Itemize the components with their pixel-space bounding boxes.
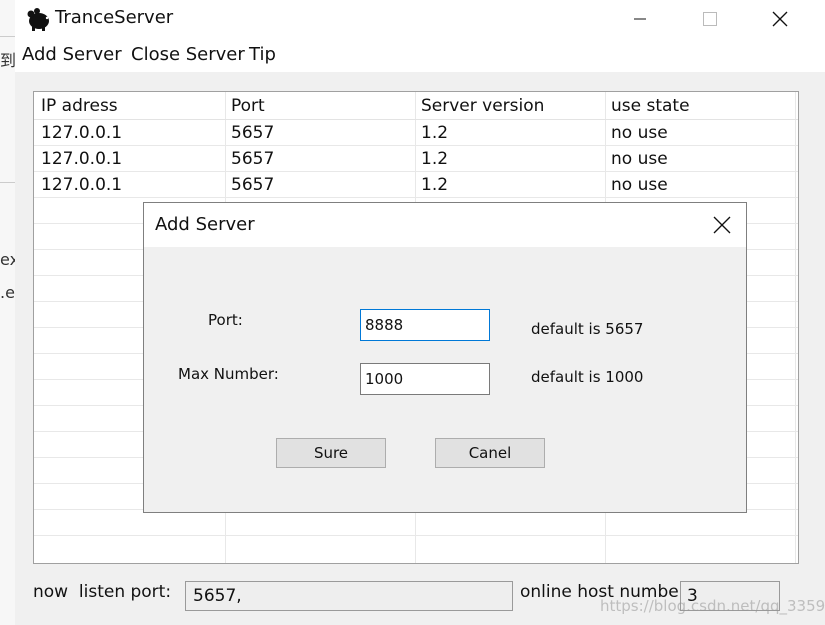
max-number-hint: default is 1000 [531, 368, 644, 386]
port-label: Port: [208, 311, 243, 329]
background-text-fragment: 到 [0, 51, 17, 70]
column-header-state[interactable]: use state [611, 96, 690, 116]
maximize-button[interactable] [687, 0, 733, 38]
background-text-fragment: .e [0, 283, 15, 302]
cell-ip: 127.0.0.1 [41, 149, 123, 169]
cell-version: 1.2 [421, 123, 449, 143]
cell-ip: 127.0.0.1 [41, 123, 123, 143]
max-number-label: Max Number: [178, 365, 279, 383]
window-title: TranceServer [55, 7, 174, 28]
row-divider [34, 197, 798, 198]
table-header: IP adress Port Server version use state [34, 92, 798, 120]
dialog-title: Add Server [155, 214, 255, 235]
table-row[interactable]: 127.0.0.1 5657 1.2 no use [34, 172, 798, 198]
cell-port: 5657 [231, 175, 275, 195]
row-divider [34, 535, 798, 536]
listen-port-label: now listen port: [33, 582, 172, 602]
menu-close-server[interactable]: Close Server [131, 44, 245, 65]
dialog-close-button[interactable] [700, 209, 744, 241]
pig-icon [25, 6, 51, 32]
column-header-version[interactable]: Server version [421, 96, 544, 116]
minimize-icon [634, 18, 646, 20]
menu-tip[interactable]: Tip [249, 44, 276, 65]
add-server-dialog: Add Server Port: default is 5657 Max Num… [143, 202, 747, 513]
cell-state: no use [611, 175, 668, 195]
max-number-input[interactable] [360, 363, 490, 395]
cell-ip: 127.0.0.1 [41, 175, 123, 195]
sure-button[interactable]: Sure [276, 438, 386, 468]
title-bar[interactable]: TranceServer [15, 0, 825, 38]
port-input[interactable] [360, 309, 490, 341]
table-row[interactable]: 127.0.0.1 5657 1.2 no use [34, 120, 798, 146]
cell-state: no use [611, 149, 668, 169]
column-header-port[interactable]: Port [231, 96, 265, 116]
cell-port: 5657 [231, 149, 275, 169]
cancel-button[interactable]: Canel [435, 438, 545, 468]
minimize-button[interactable] [617, 0, 663, 38]
background-desktop: 到 ex .e [0, 0, 19, 625]
port-hint: default is 5657 [531, 320, 644, 338]
cell-version: 1.2 [421, 175, 449, 195]
menu-bar: Add Server Close Server Tip [15, 38, 825, 72]
maximize-icon [703, 12, 717, 26]
row-divider [34, 171, 798, 172]
close-icon [772, 11, 788, 27]
online-host-label: online host number: [520, 582, 692, 602]
row-divider [34, 145, 798, 146]
close-window-button[interactable] [757, 0, 803, 38]
menu-add-server[interactable]: Add Server [22, 44, 122, 65]
listen-port-field: 5657, [185, 581, 513, 611]
close-icon [713, 216, 731, 234]
table-row[interactable]: 127.0.0.1 5657 1.2 no use [34, 146, 798, 172]
cell-version: 1.2 [421, 149, 449, 169]
dialog-title-bar[interactable]: Add Server [144, 203, 746, 247]
online-host-count-field: 3 [680, 581, 780, 611]
cell-state: no use [611, 123, 668, 143]
cell-port: 5657 [231, 123, 275, 143]
column-header-ip[interactable]: IP adress [41, 96, 118, 116]
